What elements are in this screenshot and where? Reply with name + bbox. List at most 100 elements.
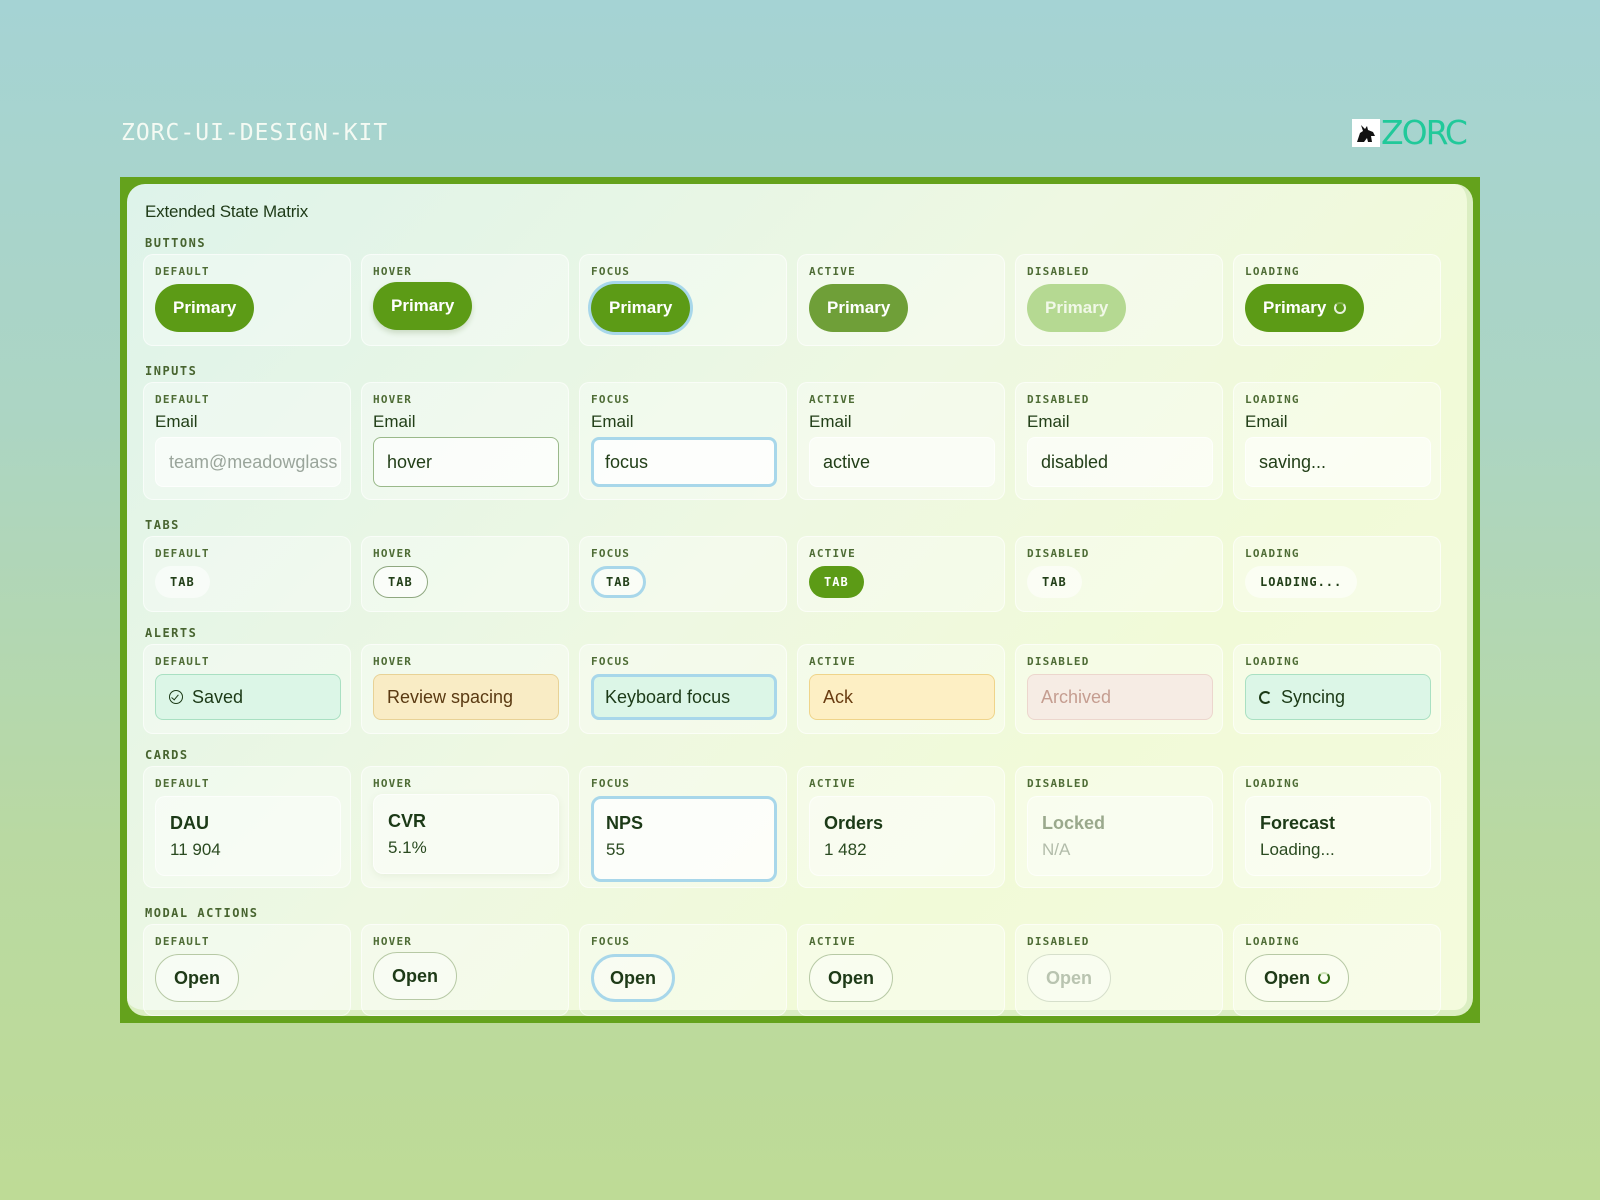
state-matrix-panel: Extended State Matrix BUTTONS DEFAULT Pr… bbox=[127, 184, 1473, 1016]
open-modal-button-hover[interactable]: Open bbox=[373, 952, 458, 1000]
state-label: HOVER bbox=[373, 935, 413, 948]
input-cell-default: DEFAULT Email team@meadowglass bbox=[143, 382, 351, 500]
state-label: LOADING bbox=[1245, 655, 1300, 668]
tab-cell-hover: HOVER TAB bbox=[361, 536, 569, 612]
tab-active[interactable]: TAB bbox=[809, 566, 864, 598]
state-label: DEFAULT bbox=[155, 393, 210, 406]
state-label: HOVER bbox=[373, 265, 413, 278]
logo: ZORC bbox=[1352, 116, 1468, 149]
field-label: Email bbox=[1245, 412, 1288, 431]
card-title: NPS bbox=[606, 813, 644, 833]
state-label: ACTIVE bbox=[809, 777, 856, 790]
email-input-default[interactable]: team@meadowglass bbox=[155, 437, 341, 487]
primary-button-active[interactable]: Primary bbox=[809, 284, 909, 332]
primary-button-loading[interactable]: Primary bbox=[1245, 284, 1365, 332]
button-cell-focus: FOCUS Primary bbox=[579, 254, 787, 346]
state-label: DISABLED bbox=[1027, 393, 1090, 406]
modal-cell-focus: FOCUS Open bbox=[579, 924, 787, 1016]
field-label: Email bbox=[809, 412, 852, 431]
metric-card-hover[interactable]: CVR 5.1% bbox=[373, 794, 559, 874]
state-label: DISABLED bbox=[1027, 265, 1090, 278]
tab-loading[interactable]: LOADING... bbox=[1245, 566, 1358, 598]
card-cell-loading: LOADING Forecast Loading... bbox=[1233, 766, 1441, 888]
card-value: 5.1% bbox=[388, 838, 427, 857]
email-input-disabled[interactable]: disabled bbox=[1027, 437, 1213, 487]
open-modal-button-focus[interactable]: Open bbox=[591, 954, 676, 1002]
alert-default[interactable]: Saved bbox=[155, 674, 341, 720]
field-label: Email bbox=[155, 412, 198, 431]
tab-hover[interactable]: TAB bbox=[373, 566, 428, 598]
open-modal-button-active[interactable]: Open bbox=[809, 954, 894, 1002]
state-label: DISABLED bbox=[1027, 547, 1090, 560]
alert-cell-loading: LOADING Syncing bbox=[1233, 644, 1441, 734]
metric-card-focus[interactable]: NPS 55 bbox=[591, 796, 777, 882]
alert-disabled[interactable]: Archived bbox=[1027, 674, 1213, 720]
button-label: Open bbox=[1264, 967, 1311, 988]
section-label-inputs: INPUTS bbox=[145, 364, 198, 378]
primary-button-disabled[interactable]: Primary bbox=[1027, 284, 1127, 332]
state-label: ACTIVE bbox=[809, 393, 856, 406]
metric-card-disabled[interactable]: Locked N/A bbox=[1027, 796, 1213, 876]
state-label: FOCUS bbox=[591, 655, 631, 668]
state-label: ACTIVE bbox=[809, 935, 856, 948]
modal-actions-row: DEFAULT Open HOVER Open FOCUS Open ACTIV… bbox=[143, 924, 1451, 1016]
open-modal-button-default[interactable]: Open bbox=[155, 954, 240, 1002]
input-cell-hover: HOVER Email hover bbox=[361, 382, 569, 500]
button-cell-default: DEFAULT Primary bbox=[143, 254, 351, 346]
alert-text: Saved bbox=[192, 686, 244, 707]
state-label: FOCUS bbox=[591, 265, 631, 278]
state-label: ACTIVE bbox=[809, 655, 856, 668]
state-label: LOADING bbox=[1245, 777, 1300, 790]
state-label: DISABLED bbox=[1027, 655, 1090, 668]
alert-text: Syncing bbox=[1281, 686, 1346, 707]
alert-loading[interactable]: Syncing bbox=[1245, 674, 1431, 720]
state-label: DEFAULT bbox=[155, 265, 210, 278]
alert-active[interactable]: Ack bbox=[809, 674, 995, 720]
email-input-active[interactable]: active bbox=[809, 437, 995, 487]
tab-focus[interactable]: TAB bbox=[591, 566, 646, 598]
state-label: DEFAULT bbox=[155, 935, 210, 948]
email-input-loading[interactable]: saving... bbox=[1245, 437, 1431, 487]
open-modal-button-disabled[interactable]: Open bbox=[1027, 954, 1112, 1002]
cards-row: DEFAULT DAU 11 904 HOVER CVR 5.1% FOCUS … bbox=[143, 766, 1451, 888]
alert-cell-focus: FOCUS Keyboard focus bbox=[579, 644, 787, 734]
metric-card-loading[interactable]: Forecast Loading... bbox=[1245, 796, 1431, 876]
alert-cell-disabled: DISABLED Archived bbox=[1015, 644, 1223, 734]
primary-button-hover[interactable]: Primary bbox=[373, 282, 473, 330]
email-input-hover[interactable]: hover bbox=[373, 437, 559, 487]
section-label-modal-actions: MODAL ACTIONS bbox=[145, 906, 259, 920]
modal-cell-default: DEFAULT Open bbox=[143, 924, 351, 1016]
primary-button-focus[interactable]: Primary bbox=[591, 284, 691, 332]
modal-cell-loading: LOADING Open bbox=[1233, 924, 1441, 1016]
state-label: LOADING bbox=[1245, 265, 1300, 278]
check-circle-icon bbox=[169, 690, 183, 704]
alert-cell-hover: HOVER Review spacing bbox=[361, 644, 569, 734]
kit-title: ZORC-UI-DESIGN-KIT bbox=[121, 120, 389, 146]
tab-default[interactable]: TAB bbox=[155, 566, 210, 598]
tab-disabled[interactable]: TAB bbox=[1027, 566, 1082, 598]
field-label: Email bbox=[373, 412, 416, 431]
tab-cell-default: DEFAULT TAB bbox=[143, 536, 351, 612]
alert-cell-active: ACTIVE Ack bbox=[797, 644, 1005, 734]
state-label: HOVER bbox=[373, 777, 413, 790]
card-title: DAU bbox=[170, 813, 209, 833]
metric-card-default[interactable]: DAU 11 904 bbox=[155, 796, 341, 876]
state-label: FOCUS bbox=[591, 547, 631, 560]
open-modal-button-loading[interactable]: Open bbox=[1245, 954, 1350, 1002]
buttons-row: DEFAULT Primary HOVER Primary FOCUS Prim… bbox=[143, 254, 1451, 346]
alert-hover[interactable]: Review spacing bbox=[373, 674, 559, 720]
state-label: ACTIVE bbox=[809, 265, 856, 278]
tab-cell-loading: LOADING LOADING... bbox=[1233, 536, 1441, 612]
alert-focus[interactable]: Keyboard focus bbox=[591, 674, 777, 720]
state-label: HOVER bbox=[373, 393, 413, 406]
field-label: Email bbox=[1027, 412, 1070, 431]
primary-button-default[interactable]: Primary bbox=[155, 284, 255, 332]
metric-card-active[interactable]: Orders 1 482 bbox=[809, 796, 995, 876]
modal-cell-hover: HOVER Open bbox=[361, 924, 569, 1016]
email-input-focus[interactable]: focus bbox=[591, 437, 777, 487]
spinner-icon bbox=[1318, 972, 1331, 984]
state-label: DEFAULT bbox=[155, 547, 210, 560]
card-value: 55 bbox=[606, 840, 625, 859]
tab-cell-focus: FOCUS TAB bbox=[579, 536, 787, 612]
state-label: FOCUS bbox=[591, 393, 631, 406]
